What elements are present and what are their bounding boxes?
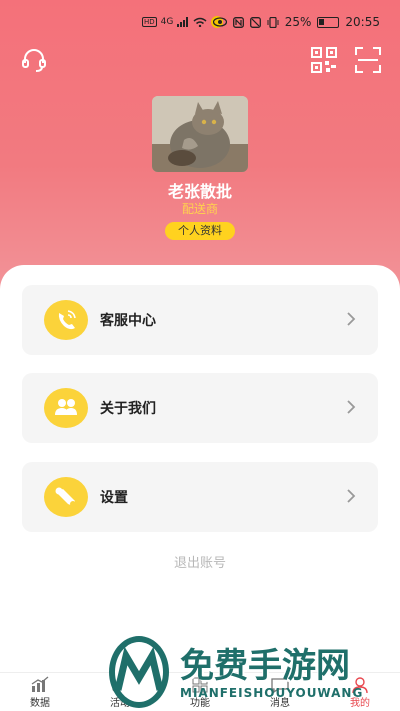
people-icon bbox=[44, 388, 88, 428]
user-name: 老张散批 bbox=[167, 182, 232, 201]
user-role: 配送商 bbox=[181, 202, 218, 216]
battery-percent: 25% bbox=[284, 15, 312, 29]
status-bar: HD 4G 25% 20:55 bbox=[0, 14, 400, 34]
watermark-subtitle: MIANFEISHOUYOUWANG bbox=[180, 686, 364, 700]
qr-code-icon[interactable] bbox=[310, 46, 338, 74]
chevron-right-icon bbox=[347, 489, 356, 503]
menu-item-customer-service[interactable]: 客服中心 bbox=[22, 285, 378, 355]
tab-label: 数据 bbox=[30, 698, 50, 709]
clock: 20:55 bbox=[345, 15, 380, 29]
chart-icon bbox=[31, 676, 49, 692]
phone-icon bbox=[44, 300, 88, 340]
menu-label: 关于我们 bbox=[100, 401, 156, 417]
eye-icon bbox=[212, 17, 227, 27]
watermark: 免费手游网 MIANFEISHOUYOUWANG bbox=[100, 628, 400, 711]
menu-label: 设置 bbox=[100, 490, 128, 506]
wifi-icon bbox=[193, 17, 207, 27]
signal-icon bbox=[177, 17, 189, 27]
battery-icon bbox=[317, 16, 340, 28]
watermark-logo bbox=[109, 636, 169, 708]
logout-button[interactable]: 退出账号 bbox=[0, 552, 400, 571]
chevron-right-icon bbox=[347, 312, 356, 326]
menu-item-settings[interactable]: 设置 bbox=[22, 462, 378, 532]
chevron-right-icon bbox=[347, 400, 356, 414]
nfc-icon bbox=[232, 16, 244, 28]
profile-header: HD 4G 25% 20:55 老张散批 配送商 个人资料 bbox=[0, 0, 400, 300]
scan-icon[interactable] bbox=[354, 46, 382, 74]
signal-label: 4G bbox=[160, 17, 174, 27]
menu-item-about-us[interactable]: 关于我们 bbox=[22, 373, 378, 443]
cat-photo bbox=[152, 96, 248, 172]
headset-icon[interactable] bbox=[20, 46, 48, 74]
watermark-title: 免费手游网 bbox=[180, 646, 350, 686]
tab-data[interactable]: 数据 bbox=[0, 673, 80, 711]
hd-badge: HD bbox=[142, 17, 157, 27]
menu-label: 客服中心 bbox=[100, 313, 156, 329]
avatar[interactable] bbox=[152, 96, 248, 172]
vibrate-icon bbox=[267, 16, 279, 28]
profile-button[interactable]: 个人资料 bbox=[165, 222, 235, 240]
wrench-icon bbox=[44, 477, 88, 517]
mute-icon bbox=[249, 16, 261, 28]
